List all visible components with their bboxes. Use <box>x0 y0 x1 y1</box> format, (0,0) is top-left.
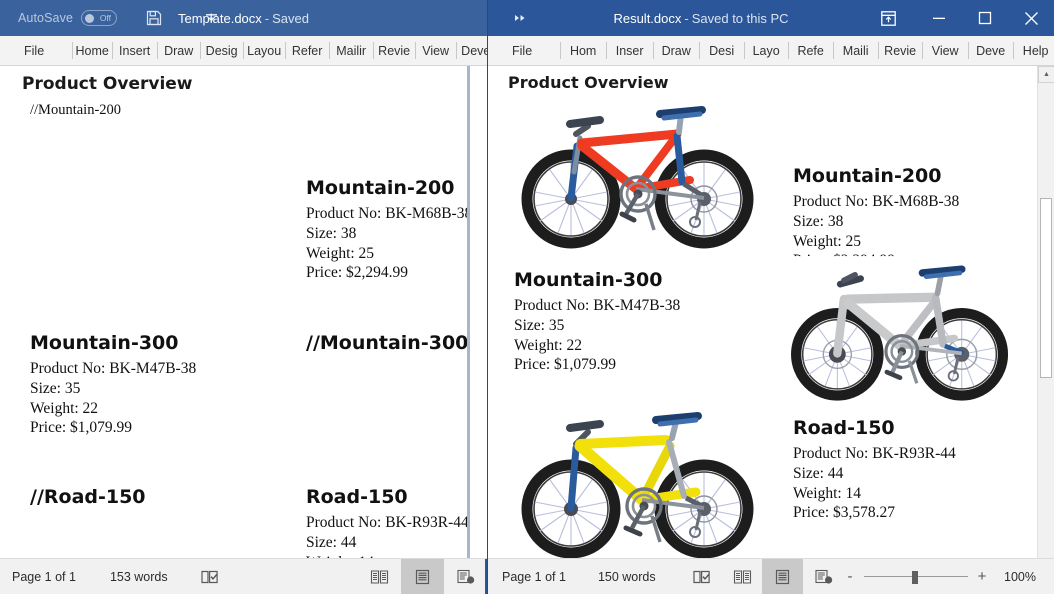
word-window-result[interactable]: Result.docx-Saved to this PC <box>487 0 1054 594</box>
tab-view-right[interactable]: View <box>922 36 968 65</box>
tab-references-right[interactable]: Refe <box>788 36 833 65</box>
word-count-left[interactable]: 153 words <box>86 559 178 594</box>
tab-insert-right[interactable]: Inser <box>606 36 653 65</box>
product-placeholder-2-left: //Mountain-300 <box>306 333 468 354</box>
tab-draw-right[interactable]: Draw <box>653 36 699 65</box>
quick-access-toolbar-right[interactable] <box>506 3 536 33</box>
mountain-200-bike-image[interactable] <box>514 94 762 252</box>
vertical-scroll-thumb[interactable] <box>1040 198 1052 378</box>
close-icon[interactable] <box>1008 0 1054 36</box>
tab-home-left[interactable]: Home <box>72 36 112 65</box>
tab-mailings-right[interactable]: Maili <box>833 36 878 65</box>
tab-help-right[interactable]: Help <box>1013 36 1054 65</box>
minimize-icon[interactable] <box>916 0 962 36</box>
tab-design-left[interactable]: Desig <box>200 36 243 65</box>
zoom-in-button[interactable]: + <box>976 568 988 585</box>
title-separator-left: - <box>265 11 269 26</box>
product-detail-lines: Product No: BK-R93R-44 Size: 44 Weight: … <box>793 444 956 523</box>
product-text-1-left: Mountain-200 Product No: BK-M68B-38 Size… <box>306 178 470 283</box>
view-web-layout-right[interactable] <box>803 559 844 594</box>
document-page-right[interactable]: Product Overview <box>488 66 1034 578</box>
window-title-right: Result.docx-Saved to this PC <box>588 11 814 26</box>
tab-review-left[interactable]: Revie <box>373 36 415 65</box>
view-print-layout-right[interactable] <box>762 559 803 594</box>
titlebar-right[interactable]: Result.docx-Saved to this PC <box>488 0 1054 36</box>
view-web-layout-left[interactable] <box>444 559 487 594</box>
zoom-control[interactable]: - + 100% <box>844 568 1054 585</box>
document-save-state-right: Saved to this PC <box>692 11 789 26</box>
document-canvas-right[interactable]: Product Overview <box>488 66 1054 578</box>
tab-review-right[interactable]: Revie <box>878 36 922 65</box>
view-print-layout-left[interactable] <box>401 559 444 594</box>
tab-developer-left[interactable]: Devel <box>456 36 487 65</box>
autosave-switch[interactable]: Off <box>81 10 117 26</box>
product-detail-lines: Product No: BK-M47B-38 Size: 35 Weight: … <box>514 296 680 375</box>
customize-quick-access-toolbar-icon[interactable] <box>197 3 225 33</box>
ribbon-tabs-left[interactable]: File Home Insert Draw Desig Layou Refer … <box>0 36 487 66</box>
vertical-scrollbar-right[interactable]: ▲ ▼ <box>1037 66 1054 578</box>
view-read-mode-left[interactable] <box>358 559 401 594</box>
window-controls-right[interactable] <box>860 0 1054 36</box>
document-save-state-left: Saved <box>272 11 309 26</box>
title-separator-right: - <box>684 11 688 26</box>
tab-file-left[interactable]: File <box>10 36 58 65</box>
autosave-toggle[interactable]: AutoSave Off <box>18 10 117 26</box>
document-heading-left: Product Overview <box>22 74 193 94</box>
road-150-bike-image[interactable] <box>514 404 762 562</box>
autosave-label: AutoSave <box>18 11 73 25</box>
tab-file-right[interactable]: File <box>498 36 546 65</box>
tab-design-right[interactable]: Desi <box>699 36 744 65</box>
quick-access-toolbar-left[interactable] <box>139 3 225 33</box>
statusbar-left[interactable]: Page 1 of 1 153 words <box>0 558 487 594</box>
proofing-errors-icon[interactable] <box>666 559 722 594</box>
tab-layout-left[interactable]: Layou <box>243 36 285 65</box>
page-indicator-right[interactable]: Page 1 of 1 <box>488 559 576 594</box>
product-text-3-right: Road-150 Product No: BK-R93R-44 Size: 44… <box>793 418 956 523</box>
tab-insert-left[interactable]: Insert <box>112 36 157 65</box>
save-icon[interactable] <box>139 3 169 33</box>
zoom-slider[interactable] <box>864 571 968 583</box>
tab-draw-left[interactable]: Draw <box>157 36 200 65</box>
document-heading-right: Product Overview <box>508 73 668 92</box>
product-text-2-left: Mountain-300 Product No: BK-M47B-38 Size… <box>30 333 196 438</box>
maximize-icon[interactable] <box>962 0 1008 36</box>
tab-view-left[interactable]: View <box>415 36 456 65</box>
word-window-template[interactable]: AutoSave Off <box>0 0 487 594</box>
product-placeholder-3-left: //Road-150 <box>30 487 146 508</box>
autosave-state: Off <box>100 13 111 23</box>
tab-mailings-left[interactable]: Mailir <box>329 36 373 65</box>
ribbon-tabs-right[interactable]: File Hom Inser Draw Desi Layo Refe Maili… <box>488 36 1054 66</box>
titlebar-left[interactable]: AutoSave Off <box>0 0 487 36</box>
statusbar-right[interactable]: Page 1 of 1 150 words <box>488 558 1054 594</box>
document-canvas-left[interactable]: Product Overview //Mountain-200 Mountain… <box>0 66 487 594</box>
product-text-2-right: Mountain-300 Product No: BK-M47B-38 Size… <box>514 270 680 375</box>
autosave-knob <box>85 14 94 23</box>
scroll-up-icon[interactable]: ▲ <box>1038 66 1054 83</box>
product-detail-lines: Product No: BK-M68B-38 Size: 38 Weight: … <box>306 204 470 283</box>
word-count-right[interactable]: 150 words <box>576 559 666 594</box>
zoom-out-button[interactable]: - <box>844 568 856 585</box>
proofing-errors-icon[interactable] <box>178 559 230 594</box>
document-filename-right: Result.docx <box>613 11 681 26</box>
page-right-edge-left-window <box>467 66 470 594</box>
tab-developer-right[interactable]: Deve <box>968 36 1013 65</box>
zoom-level-label[interactable]: 100% <box>996 570 1050 584</box>
tab-references-left[interactable]: Refer <box>285 36 329 65</box>
tab-home-right[interactable]: Hom <box>560 36 606 65</box>
view-read-mode-right[interactable] <box>722 559 763 594</box>
zoom-slider-handle[interactable] <box>912 571 918 584</box>
product-detail-lines: Product No: BK-M47B-38 Size: 35 Weight: … <box>30 359 196 438</box>
mountain-300-bike-image[interactable] <box>784 256 1016 404</box>
product-placeholder-1-left: //Mountain-200 <box>30 102 121 119</box>
document-page-left[interactable]: Product Overview //Mountain-200 Mountain… <box>0 66 470 594</box>
quick-access-toolbar-icon[interactable] <box>506 3 536 33</box>
tab-layout-right[interactable]: Layo <box>744 36 788 65</box>
page-indicator-left[interactable]: Page 1 of 1 <box>0 559 86 594</box>
ribbon-display-options-icon[interactable] <box>860 0 916 36</box>
